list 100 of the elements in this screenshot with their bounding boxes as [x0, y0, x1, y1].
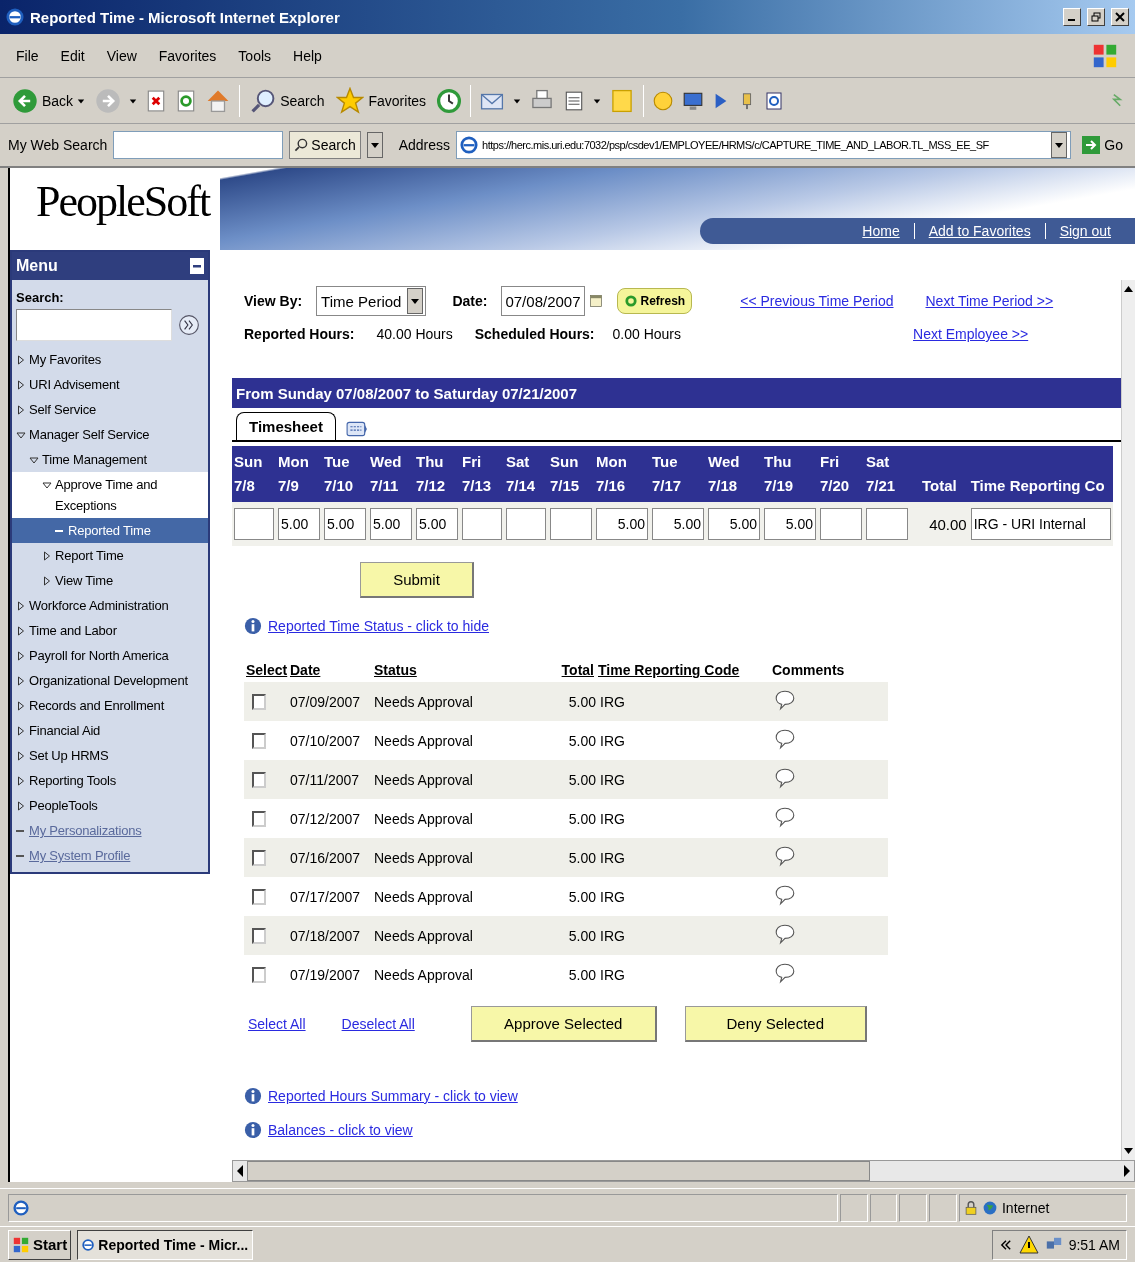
search-button[interactable]: Search [289, 131, 361, 159]
column-header[interactable]: Status [372, 658, 419, 682]
triangle-icon[interactable] [16, 624, 26, 638]
deselect-all-link[interactable]: Deselect All [341, 1016, 415, 1032]
hours-field[interactable] [866, 508, 908, 540]
hours-field[interactable] [462, 508, 502, 540]
select-checkbox[interactable] [252, 888, 266, 905]
menu-item[interactable]: Tools [238, 47, 272, 64]
triangle-icon[interactable] [16, 378, 26, 392]
menu-item[interactable]: Records and Enrollment [29, 695, 165, 716]
menu-item[interactable]: My Favorites [29, 349, 101, 370]
triangle-icon[interactable] [16, 649, 26, 663]
menu-item[interactable]: Report Time [55, 545, 124, 566]
triangle-icon[interactable] [16, 674, 26, 688]
select-checkbox[interactable] [252, 771, 266, 788]
dropdown-icon[interactable] [407, 288, 424, 314]
start-button[interactable]: Start [8, 1229, 72, 1260]
scroll-right-icon[interactable] [1124, 1165, 1130, 1177]
triangle-icon[interactable] [16, 724, 26, 738]
back-button[interactable]: Back [10, 85, 88, 116]
hours-field[interactable]: 5.00 [278, 508, 320, 540]
triangle-icon[interactable] [16, 353, 26, 367]
menu-item[interactable]: Reporting Tools [29, 770, 117, 791]
deny-button[interactable]: Deny Selected [684, 1006, 867, 1042]
dropdown-icon[interactable] [1051, 132, 1068, 158]
hours-field[interactable] [820, 508, 862, 540]
info-link[interactable]: Reported Hours Summary - click to view [268, 1088, 518, 1104]
favorites-button[interactable]: Favorites [334, 84, 429, 117]
select-checkbox[interactable] [252, 849, 266, 866]
column-header[interactable]: Time Reporting Code [596, 658, 742, 682]
menu-item[interactable]: Help [293, 47, 322, 64]
menu-item[interactable]: Favorites [158, 47, 217, 64]
refresh-button[interactable]: Refresh [616, 288, 693, 314]
hours-field[interactable] [506, 508, 546, 540]
menu-item[interactable]: View Time [55, 570, 113, 591]
menu-item[interactable]: URI Advisement [29, 374, 120, 395]
triangle-icon[interactable] [16, 749, 26, 763]
menu-item[interactable]: Payroll for North America [29, 645, 169, 666]
menu-item[interactable]: Time and Labor [29, 620, 117, 641]
menu-item[interactable]: View [106, 47, 137, 64]
select-checkbox[interactable] [252, 810, 266, 827]
next-employee-link[interactable]: Next Employee >> [913, 326, 1029, 342]
taskbar-window-button[interactable]: Reported Time - Micr... [77, 1229, 254, 1260]
scroll-down-icon[interactable] [1124, 1148, 1133, 1154]
scroll-up-icon[interactable] [1124, 286, 1133, 292]
view-by-select[interactable]: Time Period [316, 286, 427, 316]
menu-item[interactable]: Manager Self Service [29, 424, 150, 445]
hours-field[interactable]: 5.00 [324, 508, 366, 540]
next-period-link[interactable]: Next Time Period >> [925, 293, 1054, 309]
restore-icon[interactable] [1087, 8, 1105, 26]
menu-item[interactable]: Edit [60, 47, 85, 64]
hours-field[interactable]: 5.00 [370, 508, 412, 540]
triangle-icon[interactable] [42, 574, 52, 588]
triangle-icon[interactable] [16, 599, 26, 613]
horizontal-scrollbar[interactable] [232, 1160, 1135, 1182]
select-checkbox[interactable] [252, 927, 266, 944]
select-checkbox[interactable] [252, 966, 266, 983]
selected-menu-item[interactable]: Reported Time [12, 518, 208, 543]
menu-item[interactable]: My Personalizations [29, 820, 142, 841]
hours-field[interactable]: 5.00 [764, 508, 816, 540]
hours-field[interactable]: 5.00 [652, 508, 704, 540]
search-button[interactable]: Search [248, 85, 327, 116]
header-link[interactable]: Home [848, 223, 914, 239]
hours-field[interactable]: 5.00 [416, 508, 458, 540]
scroll-left-icon[interactable] [237, 1165, 243, 1177]
vertical-scrollbar[interactable] [1121, 280, 1135, 1160]
select-checkbox[interactable] [252, 693, 266, 710]
hours-field[interactable] [234, 508, 274, 540]
dropdown-icon[interactable] [366, 132, 383, 158]
column-header[interactable]: Date [288, 658, 323, 682]
header-link[interactable]: Sign out [1044, 223, 1125, 239]
collapse-icon[interactable] [190, 257, 204, 275]
triangle-icon[interactable] [16, 774, 26, 788]
menu-item[interactable]: My System Profile [29, 845, 131, 866]
web-search-field[interactable] [113, 131, 284, 159]
menu-item[interactable]: Organizational Development [29, 670, 188, 691]
timesheet-tab[interactable]: Timesheet [236, 412, 336, 440]
column-header[interactable]: Select [244, 658, 290, 682]
address-field[interactable]: https://herc.mis.uri.edu:7032/psp/csdev1/EMPLOYEE/HRMS/c/CAPTURE_TIME_AND_LABOR.TL_MSS_EE_SF [456, 131, 1072, 159]
column-header[interactable]: Total [559, 658, 596, 682]
menu-item[interactable]: PeopleTools [29, 795, 98, 816]
trc-field[interactable]: IRG - URI Internal [970, 508, 1111, 540]
hours-field[interactable] [550, 508, 592, 540]
approve-button[interactable]: Approve Selected [470, 1006, 657, 1042]
select-all-link[interactable]: Select All [248, 1016, 306, 1032]
date-field[interactable]: 07/08/2007 [501, 286, 585, 316]
go-button[interactable]: Go [1077, 131, 1127, 159]
minimize-icon[interactable] [1063, 8, 1081, 26]
previous-period-link[interactable]: << Previous Time Period [740, 293, 894, 309]
header-link[interactable]: Add to Favorites [913, 223, 1045, 239]
status-toggle-link[interactable]: Reported Time Status - click to hide [268, 618, 489, 634]
menu-item[interactable]: Set Up HRMS [29, 745, 109, 766]
info-link[interactable]: Balances - click to view [268, 1122, 413, 1138]
triangle-icon[interactable] [16, 799, 26, 813]
submit-button[interactable]: Submit [360, 562, 474, 598]
menu-item[interactable]: Reported Time [68, 520, 151, 541]
hours-field[interactable]: 5.00 [708, 508, 760, 540]
menu-item[interactable]: Workforce Administration [29, 595, 169, 616]
select-checkbox[interactable] [252, 732, 266, 749]
triangle-icon[interactable] [16, 699, 26, 713]
